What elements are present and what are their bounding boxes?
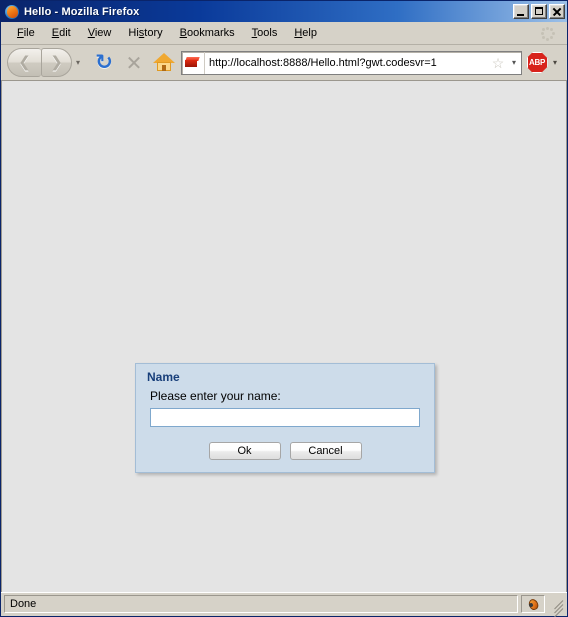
name-dialog: Name Please enter your name: Ok Cancel: [135, 363, 435, 473]
menu-item-help[interactable]: Help: [286, 25, 326, 41]
home-button[interactable]: [149, 48, 179, 78]
dialog-caption: Name: [147, 370, 180, 384]
stop-icon: ✕: [125, 50, 143, 75]
page-content: Name Please enter your name: Ok Cancel: [1, 81, 567, 592]
firebug-icon[interactable]: [521, 595, 545, 613]
menu-label-view-rest: iew: [94, 27, 112, 39]
home-icon: [153, 53, 175, 72]
close-button[interactable]: [549, 4, 565, 19]
back-forward-group: ❮ ❯ ▾: [7, 48, 84, 78]
resize-grip[interactable]: [548, 596, 564, 617]
reload-button[interactable]: ↻: [89, 48, 119, 78]
window-controls: [513, 4, 565, 19]
window-title: Hello - Mozilla Firefox: [24, 5, 140, 18]
firefox-icon: [4, 4, 20, 20]
throbber-spinner: [540, 26, 555, 41]
url-bar[interactable]: http://localhost:8888/Hello.html?gwt.cod…: [181, 50, 522, 75]
url-dropdown-icon[interactable]: ▾: [507, 58, 521, 67]
title-bar[interactable]: Hello - Mozilla Firefox: [1, 1, 567, 22]
navigation-toolbar: ❮ ❯ ▾ ↻ ✕ http://localhost:8888/Hello.ht…: [1, 45, 567, 81]
dialog-buttons: Ok Cancel: [150, 427, 420, 460]
status-bar: Done: [1, 592, 567, 617]
cancel-button[interactable]: Cancel: [289, 442, 362, 460]
url-input[interactable]: http://localhost:8888/Hello.html?gwt.cod…: [205, 57, 489, 69]
forward-button[interactable]: ❯: [41, 48, 72, 77]
menu-item-history[interactable]: History: [120, 25, 171, 41]
reload-icon: ↻: [95, 50, 113, 74]
ok-button[interactable]: Ok: [208, 442, 281, 460]
chevron-left-icon: ❮: [18, 53, 31, 71]
gwt-toolbox-icon: [182, 51, 205, 74]
maximize-button[interactable]: [531, 4, 547, 19]
stop-button[interactable]: ✕: [119, 48, 149, 78]
menu-item-file[interactable]: File: [9, 25, 44, 41]
menu-item-bookmarks[interactable]: Bookmarks: [172, 25, 244, 41]
dialog-body: Please enter your name: Ok Cancel: [136, 389, 434, 472]
menu-label-file-rest: ile: [23, 27, 35, 39]
menu-item-view[interactable]: View: [80, 25, 121, 41]
abp-octagon-icon: ABP: [526, 52, 548, 73]
chevron-right-icon: ❯: [50, 53, 63, 71]
menu-label-edit-rest: dit: [59, 27, 71, 39]
adblock-plus-button[interactable]: ABP: [525, 51, 549, 75]
browser-window: Hello - Mozilla Firefox File Edit View H…: [0, 0, 568, 617]
adblock-dropdown-icon[interactable]: ▾: [549, 58, 561, 67]
bookmark-star-icon[interactable]: ☆: [489, 56, 507, 70]
history-dropdown-icon[interactable]: ▾: [72, 58, 84, 67]
menu-item-edit[interactable]: Edit: [44, 25, 80, 41]
status-text: Done: [4, 595, 518, 613]
back-button[interactable]: ❮: [7, 48, 41, 77]
menu-bar: File Edit View History Bookmarks Tools H…: [1, 22, 567, 45]
name-input[interactable]: [150, 408, 420, 427]
menu-item-tools[interactable]: Tools: [244, 25, 287, 41]
abp-label: ABP: [529, 58, 545, 67]
dialog-prompt-label: Please enter your name:: [150, 389, 281, 403]
minimize-button[interactable]: [513, 4, 529, 19]
